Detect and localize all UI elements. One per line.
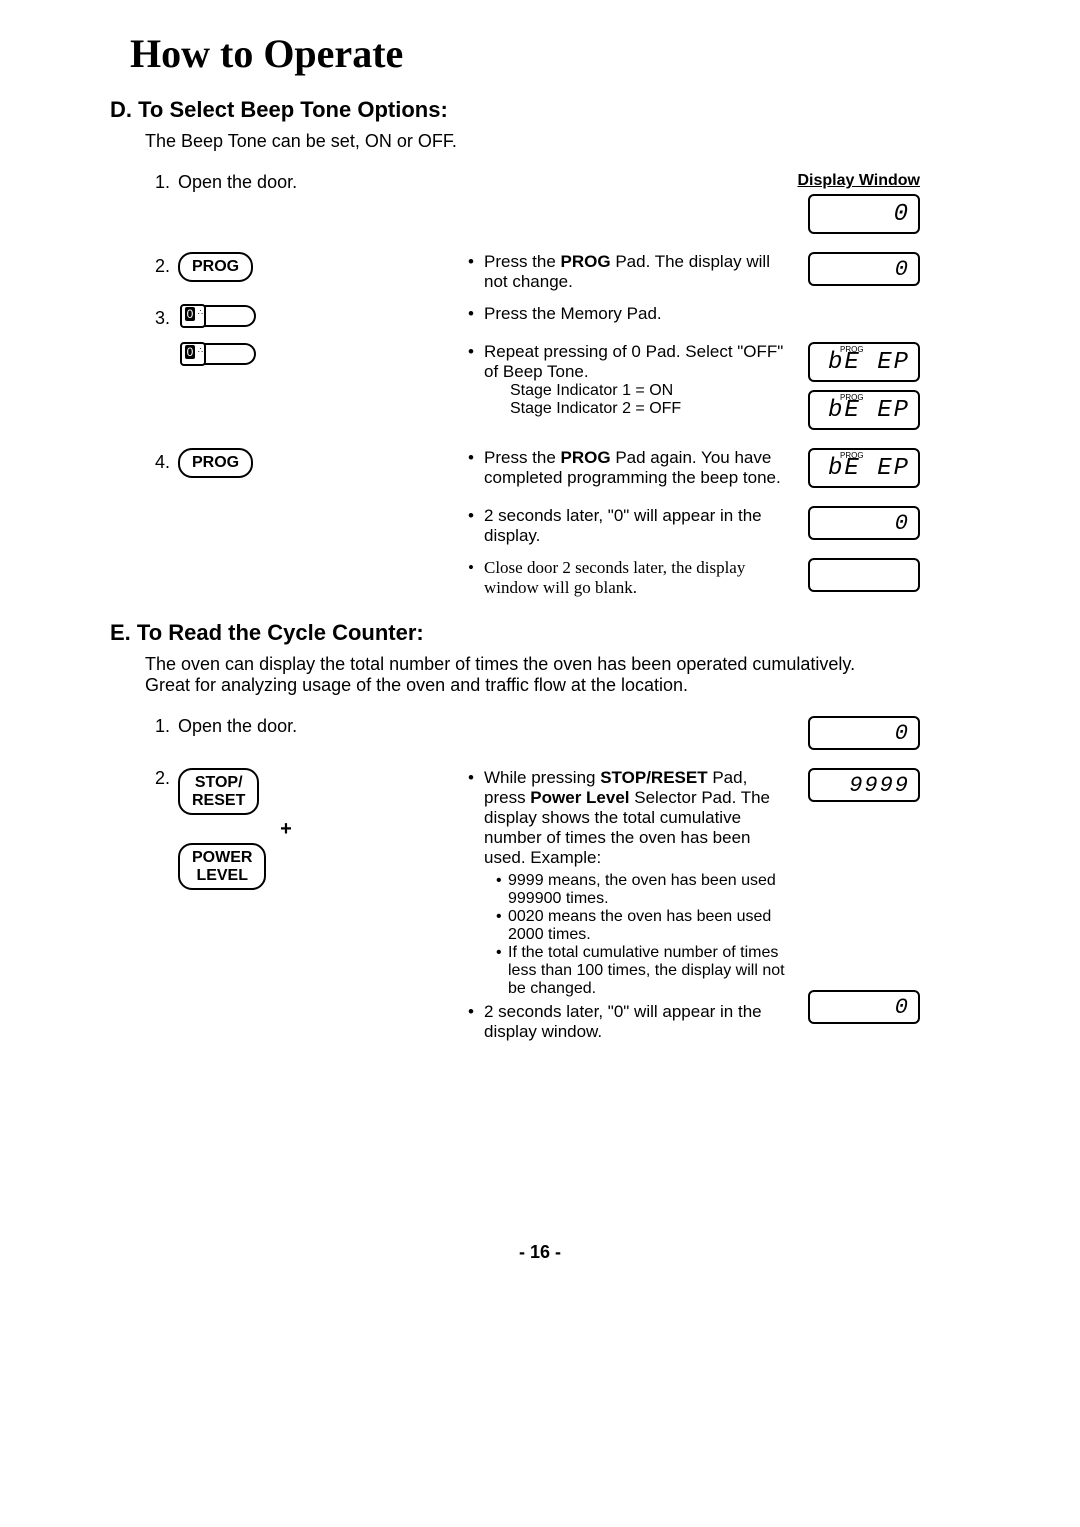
prog-pad: PROG xyxy=(178,448,253,478)
step-number: 1. xyxy=(140,716,178,737)
step-desc: 2 seconds later, "0" will appear in the … xyxy=(474,506,790,546)
display-box xyxy=(808,558,920,592)
prog-pad: PROG xyxy=(178,252,253,282)
memory-pad-icon xyxy=(180,342,256,366)
section-d-intro: The Beep Tone can be set, ON or OFF. xyxy=(145,131,865,152)
step-desc: While pressing STOP/RESET Pad, press Pow… xyxy=(474,768,790,868)
step-desc: 2 seconds later, "0" will appear in the … xyxy=(474,1002,790,1042)
section-d-heading: D. To Select Beep Tone Options: xyxy=(110,97,980,123)
step-number: 1. xyxy=(140,172,178,193)
step-text: Open the door. xyxy=(178,172,297,193)
section-e-heading: E. To Read the Cycle Counter: xyxy=(110,620,980,646)
step-number: 3. xyxy=(140,308,178,329)
power-level-pad: POWER LEVEL xyxy=(178,843,266,890)
example-item: If the total cumulative number of times … xyxy=(496,944,790,998)
stage-indicator: Stage Indicator 1 = ON xyxy=(510,382,790,400)
display-box: 0 xyxy=(808,990,920,1024)
step-desc: Press the PROG Pad. The display will not… xyxy=(474,252,790,292)
stage-indicator: Stage Indicator 2 = OFF xyxy=(510,400,790,418)
step-text: Open the door. xyxy=(178,716,297,737)
page-number: - 16 - xyxy=(100,1242,980,1263)
display-box: 0 xyxy=(808,252,920,286)
step-number: 2. xyxy=(140,768,178,789)
stop-reset-pad: STOP/ RESET xyxy=(178,768,259,815)
display-box: bE EP xyxy=(808,390,920,430)
plus-icon: + xyxy=(256,815,316,843)
display-box: 9999 xyxy=(808,768,920,802)
example-item: 0020 means the oven has been used 2000 t… xyxy=(496,908,790,944)
step-desc: Repeat pressing of 0 Pad. Select "OFF" o… xyxy=(474,342,790,382)
step-number: 4. xyxy=(140,452,178,473)
display-box: 0 xyxy=(808,194,920,234)
memory-pad-icon xyxy=(180,304,256,328)
display-window-label: Display Window xyxy=(797,172,920,190)
display-box: 0 xyxy=(808,716,920,750)
display-box: 0 xyxy=(808,506,920,540)
page-title: How to Operate xyxy=(130,30,980,77)
section-e-intro: The oven can display the total number of… xyxy=(145,654,865,696)
step-desc: Press the Memory Pad. xyxy=(474,304,790,324)
display-box: bE EP xyxy=(808,342,920,382)
example-item: 9999 means, the oven has been used 99990… xyxy=(496,872,790,908)
display-box: bE EP xyxy=(808,448,920,488)
step-number: 2. xyxy=(140,256,178,277)
step-desc: Press the PROG Pad again. You have compl… xyxy=(474,448,790,488)
handwritten-note: Close door 2 seconds later, the display … xyxy=(474,558,790,598)
